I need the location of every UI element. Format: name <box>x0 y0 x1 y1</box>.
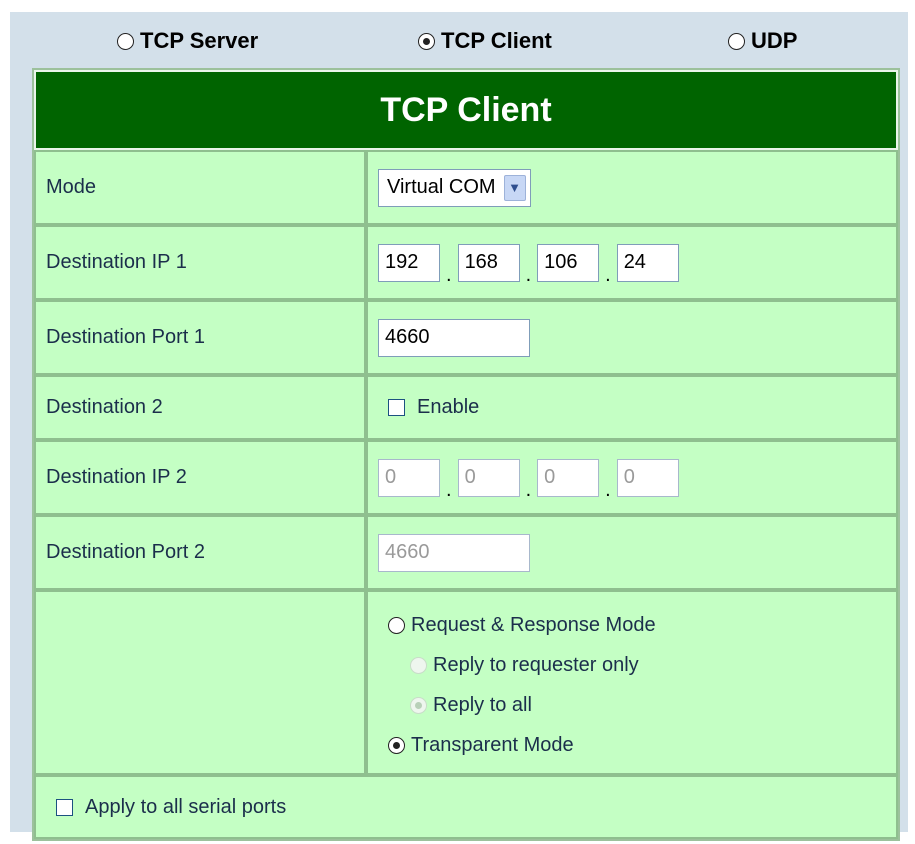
apply-all-row: Apply to all serial ports <box>34 775 898 839</box>
ip-dot: . <box>525 263 532 286</box>
destination2-label: Destination 2 <box>34 375 366 440</box>
ip2-octet-4[interactable]: 0 <box>616 458 679 497</box>
ip2-octet-2[interactable]: 0 <box>457 458 520 497</box>
ip1-octet-1[interactable]: 192 <box>378 243 440 282</box>
apply-all-label: Apply to all serial ports <box>85 795 287 818</box>
ip-dot: . <box>446 478 452 501</box>
mode-select-value: Virtual COM <box>387 176 496 198</box>
response-mode-options: Request & Response Mode Reply to request… <box>378 600 896 766</box>
destination-port2-input[interactable]: 4660 <box>378 533 530 572</box>
ip1-octet-2[interactable]: 168 <box>457 243 520 282</box>
checkbox-icon[interactable] <box>56 798 73 816</box>
mode-option-label: TCP Server <box>140 28 259 53</box>
radio-selected-icon[interactable] <box>418 32 435 50</box>
ip-dot: . <box>446 263 452 286</box>
transparent-mode-option[interactable]: Transparent Mode <box>388 726 896 766</box>
reply-all-label: Reply to all <box>433 694 532 716</box>
mode-option-tcp-client[interactable]: TCP Client <box>418 27 552 55</box>
mode-selector-bar: TCP Server TCP Client UDP <box>10 12 908 68</box>
mode-option-label: UDP <box>751 28 798 53</box>
reply-all-option[interactable]: Reply to all <box>410 686 896 726</box>
ip2-octet-1[interactable]: 0 <box>378 458 440 497</box>
radio-disabled-selected-icon[interactable] <box>410 697 427 714</box>
tcp-client-settings-table: TCP Client Mode Virtual COM ▼ Destinatio… <box>32 68 900 841</box>
destination-port1-label: Destination Port 1 <box>34 300 366 375</box>
destination-port1-row: Destination Port 1 4660 <box>34 300 898 375</box>
radio-selected-icon[interactable] <box>388 737 405 754</box>
enable-label: Enable <box>417 396 480 418</box>
response-mode-row: Request & Response Mode Reply to request… <box>34 590 898 775</box>
config-panel: TCP Server TCP Client UDP TCP Client Mod… <box>10 12 908 841</box>
destination-ip2-label: Destination IP 2 <box>34 440 366 515</box>
destination-ip1-field: 192 . 168 . 106 . 24 <box>378 243 896 286</box>
mode-option-label: TCP Client <box>441 28 552 53</box>
destination2-enable[interactable]: Enable <box>388 396 896 419</box>
mode-row: Mode Virtual COM ▼ <box>34 150 898 225</box>
radio-disabled-icon[interactable] <box>410 657 427 674</box>
mode-label: Mode <box>34 150 366 225</box>
section-title: TCP Client <box>34 70 898 150</box>
ip-dot: . <box>605 478 611 501</box>
chevron-down-icon[interactable]: ▼ <box>503 174 526 201</box>
radio-icon[interactable] <box>117 32 134 50</box>
ip-dot: . <box>605 263 611 286</box>
destination-ip1-row: Destination IP 1 192 . 168 . 106 . 24 <box>34 225 898 300</box>
apply-all-serial-ports[interactable]: Apply to all serial ports <box>56 796 896 819</box>
destination-ip2-field: 0 . 0 . 0 . 0 <box>378 458 896 501</box>
mode-option-tcp-server[interactable]: TCP Server <box>117 27 258 55</box>
ip1-octet-4[interactable]: 24 <box>616 243 679 282</box>
ip-dot: . <box>525 478 532 501</box>
destination-port2-label: Destination Port 2 <box>34 515 366 590</box>
destination2-row: Destination 2 Enable <box>34 375 898 440</box>
response-mode-label-cell <box>34 590 366 775</box>
checkbox-icon[interactable] <box>388 399 405 416</box>
reply-requester-label: Reply to requester only <box>433 654 639 676</box>
destination-ip2-row: Destination IP 2 0 . 0 . 0 . 0 <box>34 440 898 515</box>
ip1-octet-3[interactable]: 106 <box>537 243 600 282</box>
request-response-option[interactable]: Request & Response Mode <box>388 606 896 646</box>
destination-port2-row: Destination Port 2 4660 <box>34 515 898 590</box>
mode-option-udp[interactable]: UDP <box>728 27 797 55</box>
transparent-mode-label: Transparent Mode <box>411 734 574 756</box>
radio-icon[interactable] <box>388 617 405 634</box>
destination-ip1-label: Destination IP 1 <box>34 225 366 300</box>
destination-port1-input[interactable]: 4660 <box>378 318 530 357</box>
radio-icon[interactable] <box>728 32 745 50</box>
mode-select[interactable]: Virtual COM ▼ <box>378 168 531 207</box>
reply-requester-option[interactable]: Reply to requester only <box>410 646 896 686</box>
ip2-octet-3[interactable]: 0 <box>537 458 600 497</box>
request-response-label: Request & Response Mode <box>411 614 656 636</box>
